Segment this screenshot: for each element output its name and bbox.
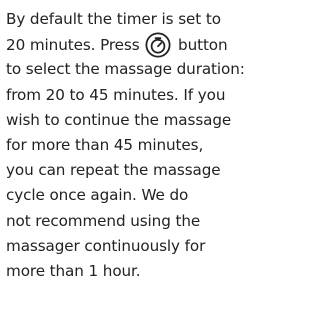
instructions-line: from 20 to 45 minutes. If you bbox=[6, 85, 226, 104]
instructions-paragraph: By default the timer is set to 20 minute… bbox=[6, 7, 314, 284]
timer-icon bbox=[145, 32, 171, 58]
instructions-line: cycle once again. We do bbox=[6, 186, 189, 205]
instructions-line: massager continuously for bbox=[6, 236, 206, 255]
instructions-text-before-icon: 20 minutes. Press bbox=[6, 36, 140, 55]
instructions-line: By default the timer is set to bbox=[6, 10, 221, 28]
instructions-line: for more than 45 minutes, bbox=[6, 135, 204, 154]
instructions-line: you can repeat the massage bbox=[6, 161, 221, 180]
instructions-line: wish to continue the massage bbox=[6, 110, 232, 129]
instructions-line-with-icon: 20 minutes. Press button bbox=[6, 32, 314, 58]
instructions-line: more than 1 hour. bbox=[6, 261, 141, 280]
instructions-line: not recommend using the bbox=[6, 211, 201, 230]
instructions-text-after-icon: button bbox=[178, 36, 228, 55]
instructions-line: to select the massage duration: bbox=[6, 60, 245, 79]
